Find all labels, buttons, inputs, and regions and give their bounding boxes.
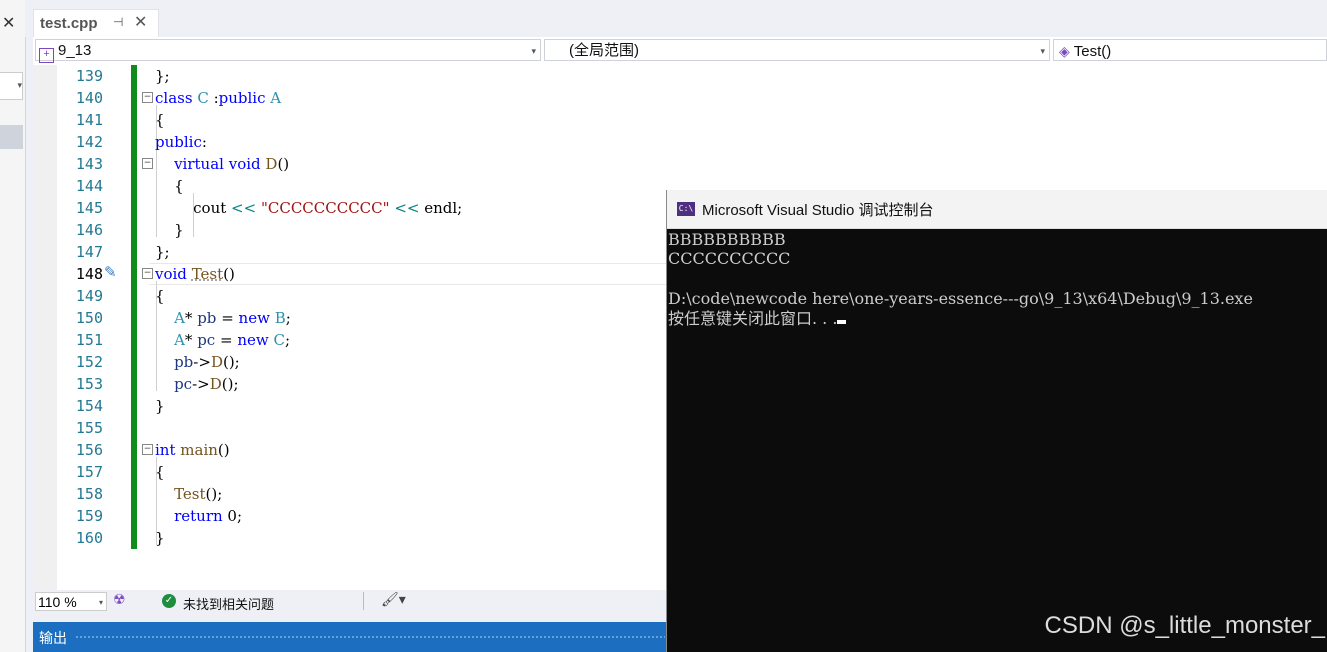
console-title: Microsoft Visual Studio 调试控制台 (702, 202, 934, 219)
fold-toggle-icon[interactable]: − (142, 268, 153, 279)
code-text: int main() (155, 441, 230, 459)
code-line[interactable]: 142 public: (33, 131, 1327, 153)
console-app-icon: C:\ (677, 202, 695, 216)
zoom-dropdown[interactable]: 110 % ▾ (35, 592, 107, 611)
code-text: A* pb = new B; (174, 309, 291, 327)
zoom-value: 110 % (38, 594, 77, 610)
member-dropdown[interactable]: ◈ Test() (1053, 39, 1327, 61)
close-icon[interactable]: ✕ (2, 13, 15, 33)
document-tab-bar (25, 0, 1327, 37)
code-text: } (155, 397, 165, 415)
line-number: 154 (75, 397, 103, 415)
left-side-panel: ✕ ▾ (0, 0, 26, 652)
line-number: 148 (75, 265, 103, 283)
line-number: 139 (75, 67, 103, 85)
check-circle-icon: ✓ (162, 594, 176, 608)
line-number: 149 (75, 287, 103, 305)
close-tab-icon[interactable]: ✕ (134, 12, 147, 31)
code-line[interactable]: 140 − class C :public A (33, 87, 1327, 109)
line-number: 141 (75, 111, 103, 129)
code-text: } (155, 221, 184, 239)
divider (363, 592, 364, 610)
line-number: 158 (75, 485, 103, 503)
chevron-down-icon: ▾ (1040, 46, 1045, 56)
code-text: virtual void D() (174, 155, 290, 173)
code-text: return 0; (174, 507, 243, 525)
line-number: 144 (75, 177, 103, 195)
scope-name: (全局范围) (569, 42, 639, 59)
code-text: } (155, 529, 165, 547)
console-title-bar[interactable]: C:\ Microsoft Visual Studio 调试控制台 (667, 190, 1327, 229)
line-number: 151 (75, 331, 103, 349)
line-number: 157 (75, 463, 103, 481)
line-number: 145 (75, 199, 103, 217)
navigation-bar: +9_13 ▾ (全局范围) ▾ ◈ Test() (33, 37, 1327, 66)
output-title: 输出 (39, 631, 67, 647)
tab-title: test.cpp (40, 15, 98, 32)
fold-toggle-icon[interactable]: − (142, 158, 153, 169)
code-line[interactable]: 139 }; (33, 65, 1327, 87)
project-dropdown[interactable]: +9_13 ▾ (35, 39, 541, 63)
code-text: { (155, 463, 165, 481)
code-text: }; (155, 67, 170, 85)
console-prompt-text: 按任意键关闭此窗口. . . (668, 309, 838, 328)
line-number: 160 (75, 529, 103, 547)
line-number: 156 (75, 441, 103, 459)
code-text: Test(); (174, 485, 223, 503)
line-number: 153 (75, 375, 103, 393)
code-line[interactable]: 141 { (33, 109, 1327, 131)
code-text: class C :public A (155, 89, 282, 107)
line-number: 155 (75, 419, 103, 437)
left-panel-selected-item[interactable] (0, 125, 23, 149)
line-number: 140 (75, 89, 103, 107)
code-text: A* pc = new C; (174, 331, 291, 349)
editor-status-bar: 110 % ▾ ☢ ✓ 未找到相关问题 🖌▾ (33, 590, 668, 614)
text-cursor (837, 320, 847, 324)
chevron-down-icon: ▾ (98, 598, 103, 607)
line-number: 146 (75, 221, 103, 239)
console-prompt-line: 按任意键关闭此窗口. . . (668, 309, 847, 329)
line-number: 147 (75, 243, 103, 261)
copilot-icon[interactable]: ☢ (113, 592, 126, 608)
chevron-down-icon: ▾ (17, 81, 22, 91)
method-cube-icon: ◈ (1059, 43, 1070, 59)
code-text: }; (155, 243, 170, 261)
fold-toggle-icon[interactable]: − (142, 444, 153, 455)
project-name: 9_13 (58, 42, 92, 59)
drag-grip[interactable] (75, 635, 665, 639)
code-line[interactable]: 143 − virtual void D() (33, 153, 1327, 175)
console-output-line: BBBBBBBBBB (668, 230, 786, 249)
code-text: { (155, 177, 184, 195)
tab-test-cpp[interactable]: test.cpp ⊣ ✕ (33, 9, 159, 38)
code-text: public: (155, 133, 207, 151)
code-text: cout << "CCCCCCCCCC" << endl; (155, 199, 463, 217)
output-panel-header[interactable]: 输出 (33, 622, 673, 652)
watermark: CSDN @s_little_monster_ (1044, 612, 1325, 639)
line-number: 142 (75, 133, 103, 151)
chevron-down-icon: ▾ (531, 46, 536, 56)
code-text: { (155, 111, 165, 129)
member-name: Test() (1073, 43, 1112, 60)
fold-toggle-icon[interactable]: − (142, 92, 153, 103)
left-dropdown[interactable]: ▾ (0, 72, 23, 100)
code-text: { (155, 287, 165, 305)
line-number: 143 (75, 155, 103, 173)
code-text: void Test() (155, 265, 235, 283)
code-text: pc->D(); (174, 375, 239, 393)
scope-dropdown[interactable]: (全局范围) ▾ (544, 39, 1050, 61)
line-number: 159 (75, 507, 103, 525)
console-output-line: CCCCCCCCCC (668, 249, 791, 268)
line-number: 150 (75, 309, 103, 327)
code-cleanup-brush-icon[interactable]: 🖌▾ (381, 592, 406, 608)
debug-console-window[interactable]: C:\ Microsoft Visual Studio 调试控制台 BBBBBB… (666, 190, 1327, 652)
line-number: 152 (75, 353, 103, 371)
console-output-line: D:\code\newcode here\one-years-essence--… (668, 289, 1253, 308)
code-text: pb->D(); (174, 353, 240, 371)
issues-status[interactable]: 未找到相关问题 (183, 594, 274, 613)
project-icon: + (39, 48, 54, 63)
pin-icon[interactable]: ⊣ (113, 15, 123, 29)
